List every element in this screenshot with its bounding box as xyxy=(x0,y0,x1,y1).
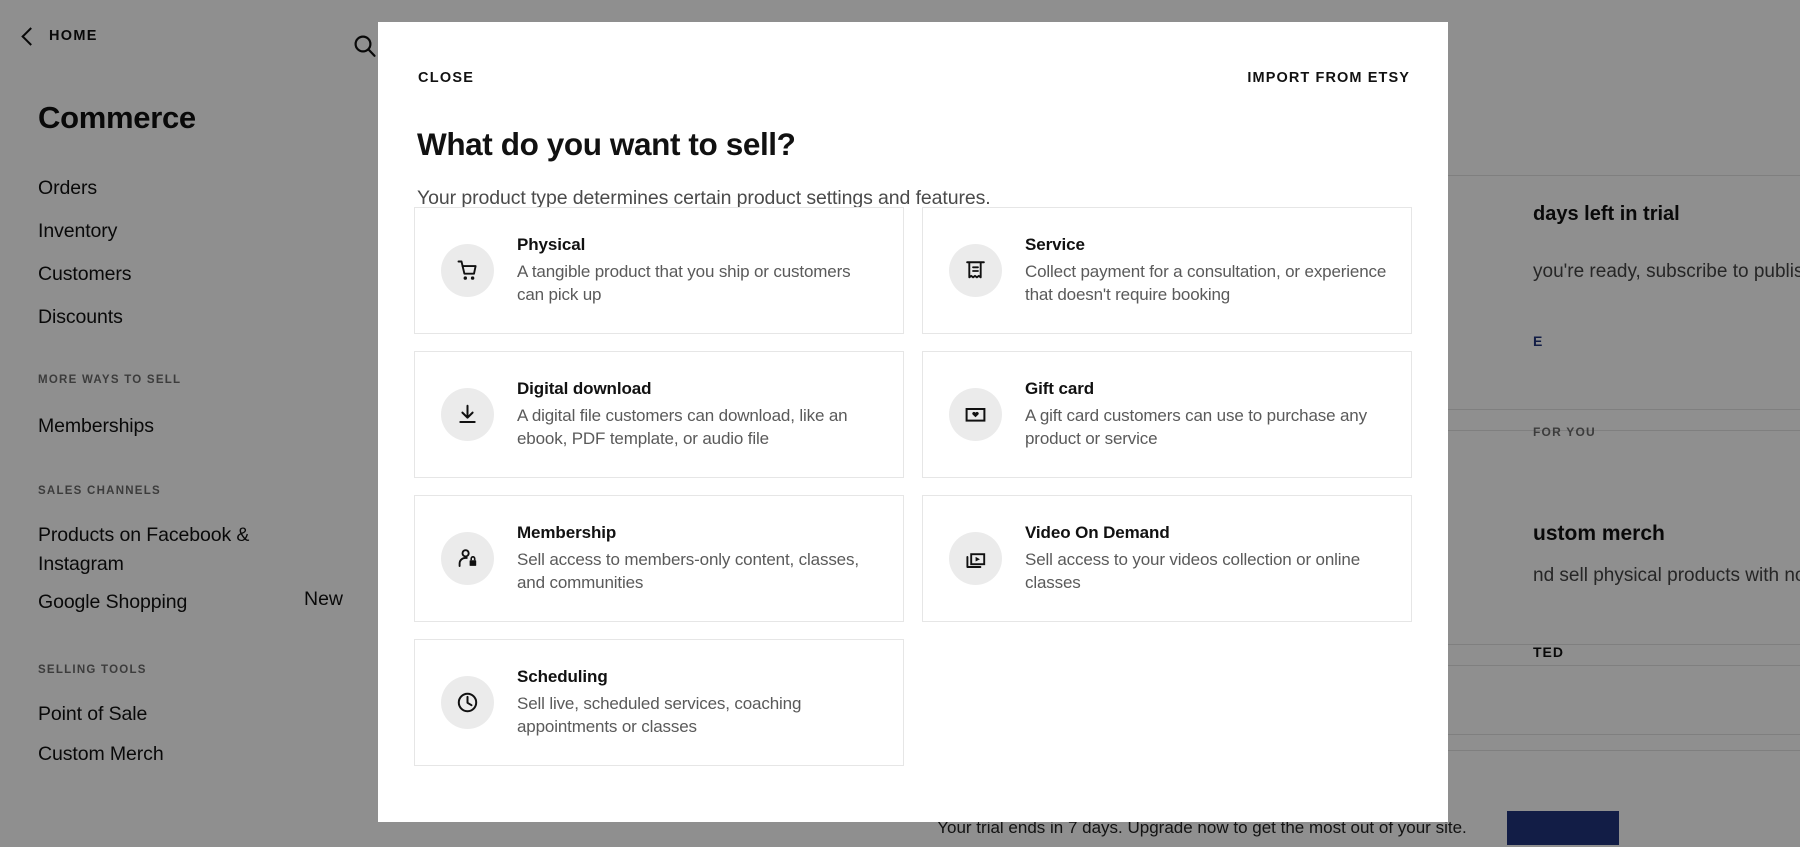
option-description: A gift card customers can use to purchas… xyxy=(1025,404,1389,451)
product-type-text: Service Collect payment for a consultati… xyxy=(1025,235,1389,307)
product-type-option-service[interactable]: Service Collect payment for a consultati… xyxy=(922,207,1412,334)
option-title: Digital download xyxy=(517,379,881,399)
product-type-option-membership[interactable]: Membership Sell access to members-only c… xyxy=(414,495,904,622)
member-lock-icon xyxy=(441,532,494,585)
product-type-option-scheduling[interactable]: Scheduling Sell live, scheduled services… xyxy=(414,639,904,766)
product-type-option-physical[interactable]: Physical A tangible product that you shi… xyxy=(414,207,904,334)
option-title: Membership xyxy=(517,523,881,543)
product-type-text: Digital download A digital file customer… xyxy=(517,379,881,451)
video-stack-icon xyxy=(949,532,1002,585)
option-description: Sell live, scheduled services, coaching … xyxy=(517,692,881,739)
product-type-text: Membership Sell access to members-only c… xyxy=(517,523,881,595)
product-type-option-digital-download[interactable]: Digital download A digital file customer… xyxy=(414,351,904,478)
download-icon xyxy=(441,388,494,441)
import-from-etsy-button[interactable]: IMPORT FROM ETSY xyxy=(1247,70,1410,86)
option-description: Sell access to your videos collection or… xyxy=(1025,548,1389,595)
option-title: Gift card xyxy=(1025,379,1389,399)
option-description: Collect payment for a consultation, or e… xyxy=(1025,260,1389,307)
option-description: A tangible product that you ship or cust… xyxy=(517,260,881,307)
receipt-icon xyxy=(949,244,1002,297)
option-title: Scheduling xyxy=(517,667,881,687)
product-type-text: Video On Demand Sell access to your vide… xyxy=(1025,523,1389,595)
option-description: Sell access to members-only content, cla… xyxy=(517,548,881,595)
app-root: HOME Commerce Orders Inventory Customers… xyxy=(0,0,1800,847)
product-type-option-video-on-demand[interactable]: Video On Demand Sell access to your vide… xyxy=(922,495,1412,622)
clock-icon xyxy=(441,676,494,729)
option-title: Video On Demand xyxy=(1025,523,1389,543)
product-type-text: Scheduling Sell live, scheduled services… xyxy=(517,667,881,739)
modal-header: CLOSE IMPORT FROM ETSY xyxy=(378,22,1448,98)
product-type-modal: CLOSE IMPORT FROM ETSY What do you want … xyxy=(378,22,1448,822)
shopping-cart-icon xyxy=(441,244,494,297)
option-title: Physical xyxy=(517,235,881,255)
product-type-option-gift-card[interactable]: Gift card A gift card customers can use … xyxy=(922,351,1412,478)
close-button[interactable]: CLOSE xyxy=(418,70,474,86)
product-type-grid: Physical A tangible product that you shi… xyxy=(414,207,1412,766)
option-title: Service xyxy=(1025,235,1389,255)
gift-card-icon xyxy=(949,388,1002,441)
product-type-text: Gift card A gift card customers can use … xyxy=(1025,379,1389,451)
modal-heading: What do you want to sell? xyxy=(417,126,796,163)
product-type-text: Physical A tangible product that you shi… xyxy=(517,235,881,307)
option-description: A digital file customers can download, l… xyxy=(517,404,881,451)
